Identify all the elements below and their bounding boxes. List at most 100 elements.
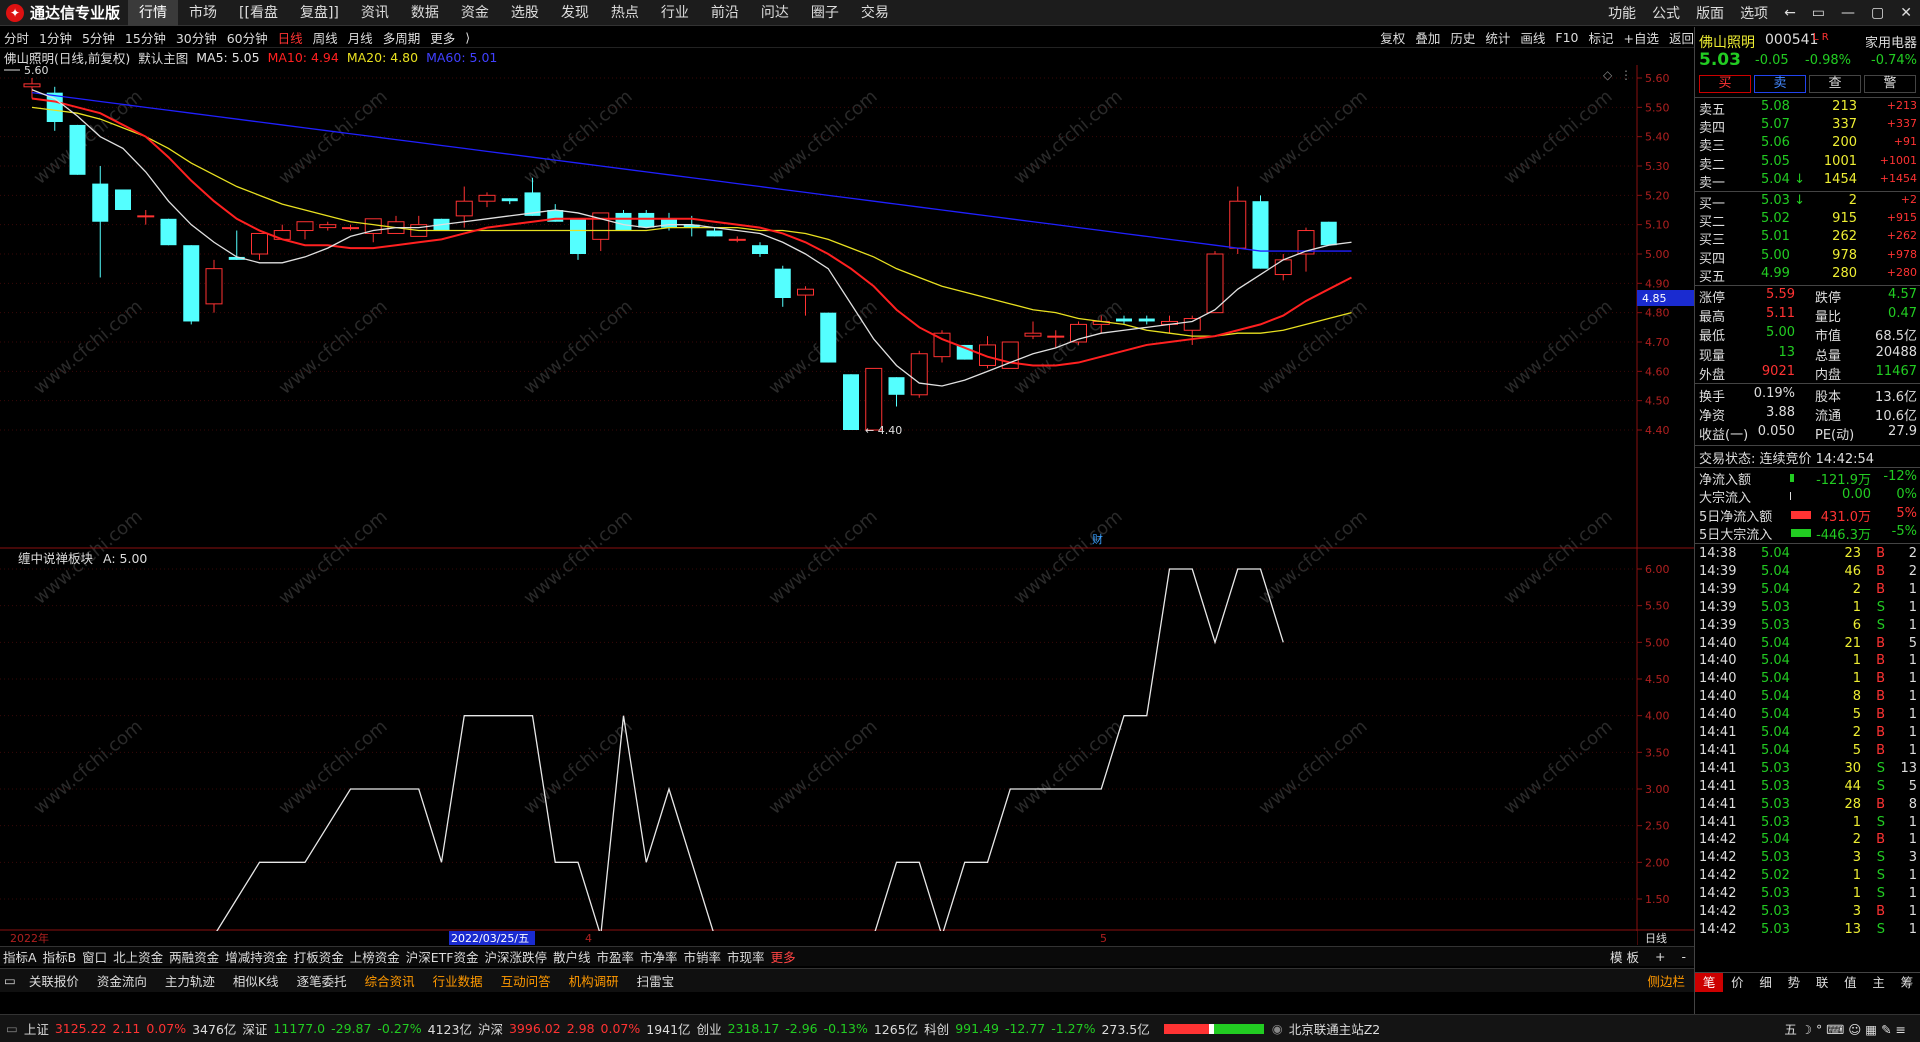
panel-toggle-icon[interactable]: ▭ [0,973,20,988]
menu-item[interactable]: 圈子 [800,0,850,26]
period-tab[interactable]: 分时 [0,28,29,47]
menu-right-item[interactable]: 公式 [1652,3,1680,23]
template-control[interactable]: - [1673,949,1694,964]
index-name[interactable]: 上证 [24,1019,49,1038]
diamond-icon[interactable]: ◇ [1603,68,1613,82]
indicator-tab[interactable]: 沪深ETF资金 [403,947,482,966]
indicator-tab[interactable]: 打板资金 [291,947,347,966]
indicator-tab[interactable]: 上榜资金 [347,947,403,966]
period-tab[interactable]: 1分钟 [35,28,72,47]
toolbar-button[interactable]: 叠加 [1415,28,1440,47]
period-tab[interactable]: 周线 [309,28,338,47]
menu-right-item[interactable]: 版面 [1696,3,1724,23]
menu-right-item[interactable]: 功能 [1608,3,1636,23]
quote-panel-tab[interactable]: 主 [1865,973,1893,992]
system-tray-icons[interactable]: 五 ☽ ° ⌨ ☺ ▦ ✎ ≡ [1784,1019,1906,1038]
index-name[interactable]: 深证 [242,1019,267,1038]
server-name[interactable]: 北京联通主站Z2 [1289,1019,1381,1038]
more-icon[interactable]: ⋮ [1620,68,1632,82]
quote-panel-tab[interactable]: 势 [1780,973,1808,992]
sector-name[interactable]: 家用电器 [1865,32,1917,51]
menu-item[interactable]: 选股 [500,0,550,26]
window-control-icon[interactable]: ▢ [1871,5,1884,21]
quote-panel-tab[interactable]: 价 [1723,973,1751,992]
menu-item[interactable]: 前沿 [700,0,750,26]
window-control-icon[interactable]: ✕ [1900,5,1912,21]
toolbar-button[interactable]: 标记 [1588,28,1613,47]
window-control-icon[interactable]: ← [1784,5,1796,21]
indicator-tab[interactable]: 散户线 [550,947,594,966]
menu-item[interactable]: 交易 [850,0,900,26]
menu-right-item[interactable]: 选项 [1740,3,1768,23]
indicator-tab[interactable]: 市销率 [681,947,725,966]
period-tab[interactable]: 月线 [344,28,373,47]
indicator-tab[interactable]: 市净率 [637,947,681,966]
index-name[interactable]: 科创 [924,1019,949,1038]
finance-event-marker[interactable]: 财 [1092,532,1103,546]
market-icon[interactable]: ▭ [6,1021,18,1036]
chart-area[interactable]: www.cfchi.com www.cfchi.com www.cfchi.com w… [0,65,1694,945]
info-tab[interactable]: 互动问答 [492,971,560,990]
period-tab[interactable]: 多周期 [379,28,421,47]
menu-item[interactable]: 资讯 [350,0,400,26]
toolbar-button[interactable]: 返回 [1669,28,1694,47]
info-tab[interactable]: 主力轨迹 [156,971,224,990]
template-control[interactable]: + [1647,949,1673,964]
quote-panel-tab[interactable]: 笔 [1695,973,1724,992]
period-tab[interactable]: 更多 [426,28,455,47]
sell-button[interactable]: 卖 [1754,75,1806,93]
menu-item[interactable]: 行情 [128,0,179,26]
toolbar-button[interactable]: 统计 [1485,28,1510,47]
info-tab[interactable]: 综合资讯 [356,971,424,990]
info-tab[interactable]: 扫雷宝 [628,971,684,990]
template-control[interactable]: 模 板 [1602,947,1647,966]
quote-panel-tab[interactable]: 联 [1808,973,1836,992]
toolbar-button[interactable]: 历史 [1450,28,1475,47]
menu-item[interactable]: [[看盘 [228,0,289,26]
indicator-tab[interactable]: 更多 [768,947,799,966]
info-tab[interactable]: 逐笔委托 [288,971,356,990]
period-tab[interactable]: 60分钟 [223,28,268,47]
quote-panel-tab[interactable]: 值 [1836,973,1864,992]
alert-button[interactable]: 警 [1864,75,1916,93]
menu-item[interactable]: 市场 [178,0,228,26]
menu-item[interactable]: 数据 [400,0,450,26]
indicator-tab[interactable]: 两融资金 [166,947,222,966]
chevron-right-icon[interactable]: ⟩ [461,30,470,45]
toolbar-button[interactable]: F10 [1555,30,1578,45]
buy-button[interactable]: 买 [1699,75,1751,93]
indicator-tab[interactable]: 增减持资金 [222,947,291,966]
indicator-tab[interactable]: 市现率 [724,947,768,966]
window-control-icon[interactable]: ▭ [1812,5,1825,21]
quote-panel-tab[interactable]: 细 [1752,973,1780,992]
info-tab[interactable]: 关联报价 [20,971,88,990]
indicator-tab[interactable]: 市盈率 [594,947,638,966]
main-indicator-label[interactable]: 默认主图 [138,48,188,67]
info-tab[interactable]: 相似K线 [224,971,288,990]
info-tab[interactable]: 行业数据 [424,971,492,990]
sidebar-button[interactable]: 侧边栏 [1638,971,1694,990]
indicator-tab[interactable]: 窗口 [79,947,110,966]
info-tab[interactable]: 机构调研 [560,971,628,990]
period-tab[interactable]: 5分钟 [78,28,115,47]
index-name[interactable]: 沪深 [478,1019,503,1038]
quote-panel-tab[interactable]: 筹 [1893,973,1920,992]
menu-item[interactable]: 复盘]] [289,0,350,26]
index-name[interactable]: 创业 [697,1019,722,1038]
period-tab[interactable]: 30分钟 [172,28,217,47]
toolbar-button[interactable]: 画线 [1520,28,1545,47]
query-button[interactable]: 查 [1809,75,1861,93]
window-control-icon[interactable]: — [1841,5,1855,21]
menu-item[interactable]: 资金 [450,0,500,26]
indicator-tab[interactable]: 指标A [0,947,40,966]
period-tab[interactable]: 15分钟 [121,28,166,47]
menu-item[interactable]: 行业 [650,0,700,26]
toolbar-button[interactable]: 复权 [1380,28,1405,47]
indicator-tab[interactable]: 北上资金 [110,947,166,966]
period-tab[interactable]: 日线 [274,28,303,47]
menu-item[interactable]: 问达 [750,0,800,26]
toolbar-button[interactable]: +自选 [1624,28,1659,47]
info-tab[interactable]: 资金流向 [88,971,156,990]
indicator-tab[interactable]: 指标B [40,947,80,966]
indicator-tab[interactable]: 沪深涨跌停 [481,947,550,966]
